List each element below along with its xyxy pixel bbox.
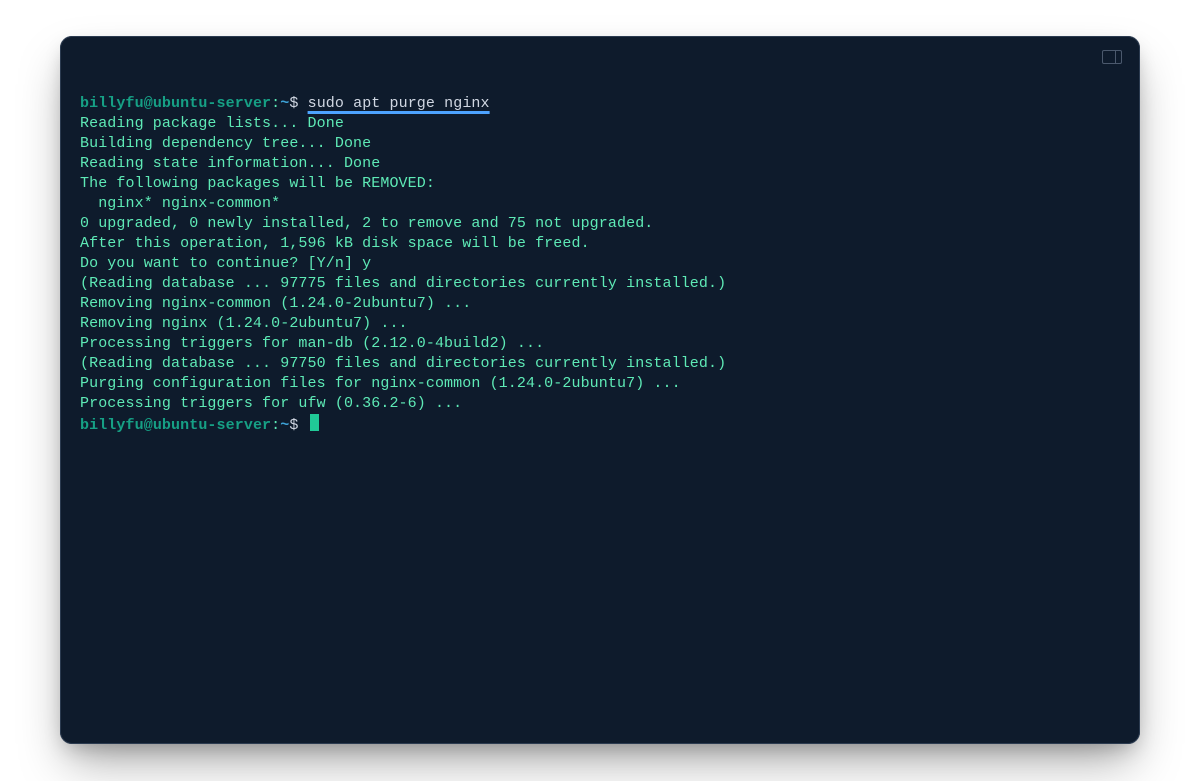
prompt-host: ubuntu-server [153, 95, 271, 112]
prompt-symbol: $ [289, 95, 298, 112]
prompt-path: ~ [280, 95, 289, 112]
prompt-path: ~ [280, 417, 289, 434]
terminal-output[interactable]: billyfu@ubuntu-server:~$ sudo apt purge … [80, 58, 1120, 436]
typed-command: sudo apt purge nginx [308, 95, 490, 112]
prompt-user: billyfu [80, 95, 144, 112]
cursor-icon [310, 414, 319, 431]
prompt-host: ubuntu-server [153, 417, 271, 434]
command-output: Reading package lists... Done Building d… [80, 115, 726, 412]
terminal-window[interactable]: billyfu@ubuntu-server:~$ sudo apt purge … [60, 36, 1140, 744]
prompt-user: billyfu [80, 417, 144, 434]
prompt-symbol: $ [289, 417, 298, 434]
panel-layout-icon [1102, 50, 1122, 64]
